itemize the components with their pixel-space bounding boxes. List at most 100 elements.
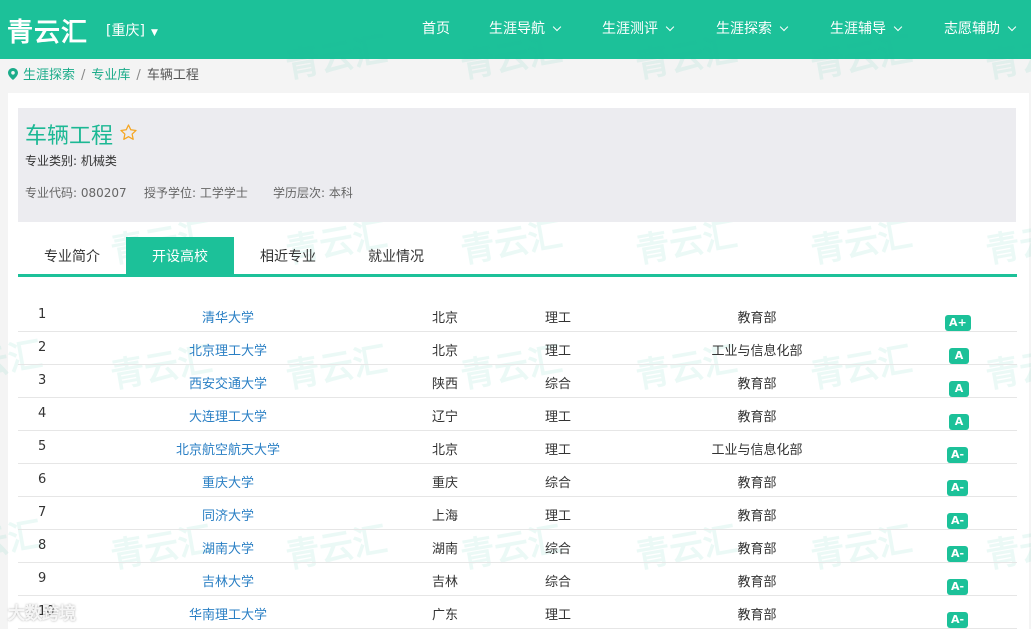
table-row: 8 湖南大学 湖南 综合 教育部 A-: [18, 530, 1017, 563]
nav-item-career-exploration[interactable]: 生涯探索: [716, 0, 789, 59]
chevron-down-icon: [665, 22, 675, 32]
major-title: 车辆工程: [25, 124, 114, 149]
table-row: 4 大连理工大学 辽宁 理工 教育部 A: [18, 398, 1017, 431]
university-type: 综合: [545, 575, 572, 590]
university-type: 理工: [545, 311, 572, 326]
nav-label: 志愿辅助: [944, 21, 1000, 37]
chevron-down-icon: [893, 22, 903, 32]
city-selector[interactable]: [重庆] ▼: [106, 20, 158, 40]
university-location: 广东: [432, 608, 459, 623]
major-info-panel: [18, 108, 1016, 222]
nav-item-application-assist[interactable]: 志愿辅助: [944, 0, 1017, 59]
city-label: [重庆]: [106, 23, 145, 39]
breadcrumb-separator: /: [136, 68, 141, 83]
location-pin-icon: [8, 68, 18, 80]
university-department: 教育部: [737, 476, 777, 491]
top-navigation-bar: 青云汇 [重庆] ▼ 首页 生涯导航 生涯测评 生涯探索 生涯辅导 志愿辅助: [0, 0, 1031, 59]
tab-introduction[interactable]: 专业简介: [18, 237, 126, 275]
university-location: 重庆: [432, 476, 459, 491]
row-number: 9: [38, 571, 47, 586]
university-location: 北京: [432, 311, 459, 326]
nav-item-career-assessment[interactable]: 生涯测评: [602, 0, 675, 59]
table-row: 7 同济大学 上海 理工 教育部 A-: [18, 497, 1017, 530]
major-code: 专业代码: 080207: [25, 186, 127, 200]
university-department: 工业与信息化部: [711, 443, 803, 458]
grade-badge: A: [949, 414, 969, 430]
major-degree: 授予学位: 工学学士: [144, 186, 248, 200]
university-type: 综合: [545, 476, 572, 491]
university-link[interactable]: 重庆大学: [128, 472, 328, 491]
table-row: 5 北京航空航天大学 北京 理工 工业与信息化部 A-: [18, 431, 1017, 464]
table-row: 6 重庆大学 重庆 综合 教育部 A-: [18, 464, 1017, 497]
university-link[interactable]: 华南理工大学: [128, 604, 328, 623]
grade-badge: A: [949, 381, 969, 397]
grade-badge: A-: [947, 447, 969, 463]
university-link[interactable]: 西安交通大学: [128, 373, 328, 392]
university-location: 北京: [432, 443, 459, 458]
university-type: 理工: [545, 443, 572, 458]
grade-badge: A-: [947, 612, 969, 628]
university-department: 教育部: [737, 410, 777, 425]
major-level: 学历层次: 本科: [273, 186, 353, 200]
university-location: 北京: [432, 344, 459, 359]
tab-employment[interactable]: 就业情况: [342, 237, 450, 275]
tab-related-majors[interactable]: 相近专业: [234, 237, 342, 275]
tab-underline: [18, 274, 1017, 277]
row-number: 1: [38, 307, 47, 322]
row-number: 3: [38, 373, 47, 388]
nav-label: 生涯测评: [602, 21, 658, 37]
university-link[interactable]: 大连理工大学: [128, 406, 328, 425]
grade-badge: A: [949, 348, 969, 364]
site-logo[interactable]: 青云汇: [7, 12, 88, 49]
breadcrumb: 生涯探索 / 专业库 / 车辆工程: [8, 64, 199, 83]
breadcrumb-current: 车辆工程: [146, 68, 199, 83]
grade-badge: A+: [945, 315, 971, 331]
chevron-down-icon: [1007, 22, 1017, 32]
major-category: 专业类别: 机械类: [25, 154, 117, 168]
row-number: 8: [38, 538, 47, 553]
table-row: 1 清华大学 北京 理工 教育部 A+: [18, 299, 1017, 332]
university-type: 综合: [545, 542, 572, 557]
university-location: 吉林: [432, 575, 459, 590]
university-department: 工业与信息化部: [711, 344, 803, 359]
nav-label: 生涯探索: [716, 21, 772, 37]
university-location: 陕西: [432, 377, 459, 392]
breadcrumb-career-exploration[interactable]: 生涯探索: [23, 68, 75, 83]
favorite-star-icon[interactable]: [119, 123, 138, 142]
nav-label: 生涯导航: [489, 21, 545, 37]
nav-item-home[interactable]: 首页: [422, 0, 450, 59]
university-type: 综合: [545, 377, 572, 392]
university-type: 理工: [545, 608, 572, 623]
breadcrumb-separator: /: [81, 68, 86, 83]
row-number: 7: [38, 505, 47, 520]
row-number: 4: [38, 406, 47, 421]
chevron-down-icon: [552, 22, 562, 32]
university-department: 教育部: [737, 608, 777, 623]
university-type: 理工: [545, 410, 572, 425]
university-department: 教育部: [737, 377, 777, 392]
tab-universities[interactable]: 开设高校: [126, 237, 234, 275]
table-row: 9 吉林大学 吉林 综合 教育部 A-: [18, 563, 1017, 596]
university-location: 上海: [432, 509, 459, 524]
university-link[interactable]: 清华大学: [128, 307, 328, 326]
university-link[interactable]: 同济大学: [128, 505, 328, 524]
university-type: 理工: [545, 509, 572, 524]
university-location: 辽宁: [432, 410, 459, 425]
breadcrumb-major-library[interactable]: 专业库: [91, 68, 130, 83]
university-link[interactable]: 北京航空航天大学: [128, 439, 328, 458]
grade-badge: A-: [947, 579, 969, 595]
university-link[interactable]: 吉林大学: [128, 571, 328, 590]
university-type: 理工: [545, 344, 572, 359]
nav-item-career-coaching[interactable]: 生涯辅导: [830, 0, 903, 59]
nav-item-career-navigation[interactable]: 生涯导航: [489, 0, 562, 59]
university-department: 教育部: [737, 311, 777, 326]
university-link[interactable]: 湖南大学: [128, 538, 328, 557]
caret-down-icon: ▼: [150, 28, 158, 38]
nav-label: 生涯辅导: [830, 21, 886, 37]
university-location: 湖南: [432, 542, 459, 557]
grade-badge: A-: [947, 546, 969, 562]
nav-label: 首页: [422, 21, 450, 37]
university-link[interactable]: 北京理工大学: [128, 340, 328, 359]
grade-badge: A-: [947, 480, 969, 496]
corner-watermark: 大数跨境: [8, 604, 76, 624]
